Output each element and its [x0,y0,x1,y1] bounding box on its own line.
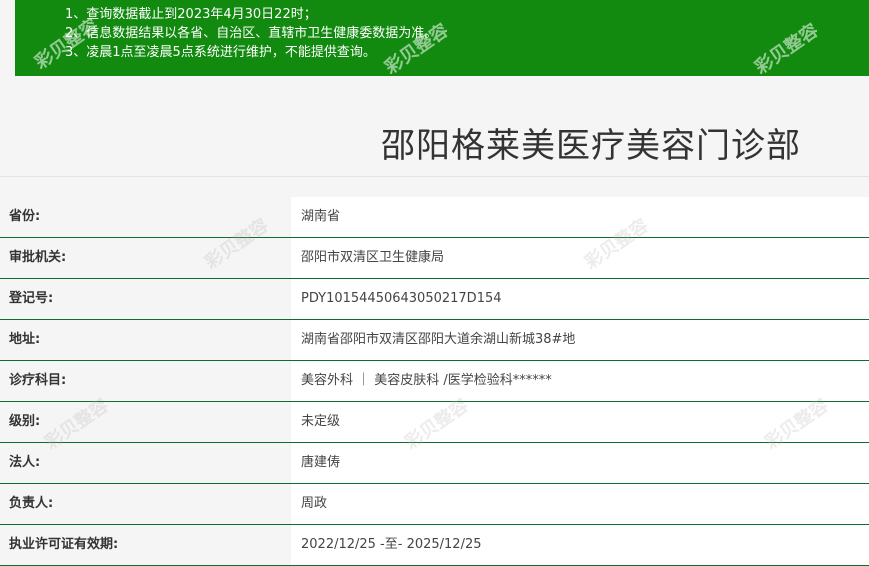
row-value: 2022/12/25 -至- 2025/12/25 [291,525,869,565]
table-row: 省份: 湖南省 [0,197,869,238]
row-label: 级别: [0,402,291,442]
row-value: 未定级 [291,402,869,442]
row-value: PDY10154450643050217D154 [291,279,869,319]
row-value: 唐建俦 [291,443,869,483]
table-row: 审批机关: 邵阳市双清区卫生健康局 [0,238,869,279]
title-area: 邵阳格莱美医疗美容门诊部 [0,76,869,177]
row-value: 美容外科 ｜ 美容皮肤科 /医学检验科****** [291,361,869,401]
notice-banner: 1、查询数据截止到2023年4月30日22时； 2、信息数据结果以各省、自治区、… [15,0,869,76]
row-label: 执业许可证有效期: [0,525,291,565]
table-row: 地址: 湖南省邵阳市双清区邵阳大道余湖山新城38#地 [0,320,869,361]
row-label: 省份: [0,197,291,237]
row-value: 湖南省邵阳市双清区邵阳大道余湖山新城38#地 [291,320,869,360]
table-row: 登记号: PDY10154450643050217D154 [0,279,869,320]
row-label: 诊疗科目: [0,361,291,401]
notice-line-2: 2、信息数据结果以各省、自治区、直辖市卫生健康委数据为准。 [65,26,438,41]
table-row: 执业许可证有效期: 2022/12/25 -至- 2025/12/25 [0,525,869,566]
row-label: 负责人: [0,484,291,524]
divider [0,176,869,177]
row-value: 湖南省 [291,197,869,237]
row-label: 登记号: [0,279,291,319]
row-value: 周政 [291,484,869,524]
table-row: 负责人: 周政 [0,484,869,525]
notice-line-1: 1、查询数据截止到2023年4月30日22时； [65,7,317,22]
info-table: 省份: 湖南省 审批机关: 邵阳市双清区卫生健康局 登记号: PDY101544… [0,197,869,566]
row-label: 地址: [0,320,291,360]
row-label: 审批机关: [0,238,291,278]
page-title: 邵阳格莱美医疗美容门诊部 [381,126,801,166]
notice-line-3: 3、凌晨1点至凌晨5点系统进行维护，不能提供查询。 [65,45,376,60]
table-row: 法人: 唐建俦 [0,443,869,484]
table-row: 诊疗科目: 美容外科 ｜ 美容皮肤科 /医学检验科****** [0,361,869,402]
row-label: 法人: [0,443,291,483]
table-row: 级别: 未定级 [0,402,869,443]
row-value: 邵阳市双清区卫生健康局 [291,238,869,278]
